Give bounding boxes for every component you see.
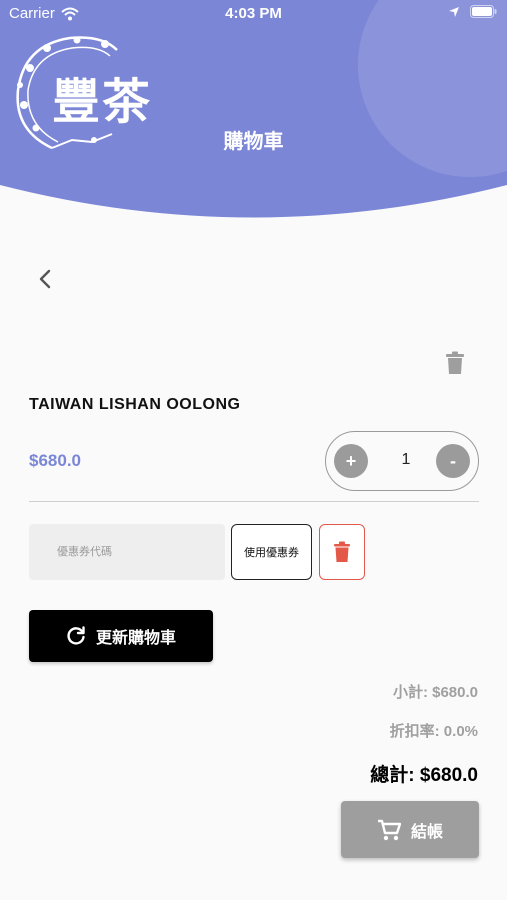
product-name: TAIWAN LISHAN OOLONG <box>29 396 241 413</box>
trash-icon <box>446 351 464 374</box>
remove-item-button[interactable] <box>440 348 470 378</box>
total-text: 總計: $680.0 <box>370 765 478 786</box>
subtotal-text: 小計: $680.0 <box>392 684 478 701</box>
header: Carrier 4:03 PM 豐茶 購物車 <box>0 0 507 225</box>
checkout-label: 結帳 <box>410 823 443 841</box>
discount-text: 折扣率: 0.0% <box>389 723 478 740</box>
trash-icon <box>334 541 350 562</box>
clear-coupon-button[interactable] <box>319 524 365 580</box>
battery-icon <box>470 5 497 18</box>
quantity-value: 1 <box>401 451 411 468</box>
checkout-button[interactable]: 結帳 <box>341 801 479 858</box>
increase-quantity-button[interactable]: + <box>334 444 368 478</box>
page-title: 購物車 <box>223 131 284 153</box>
status-time: 4:03 PM <box>225 5 282 22</box>
cart-icon <box>377 819 401 840</box>
divider <box>29 501 479 502</box>
update-cart-label: 更新購物車 <box>95 630 176 647</box>
logo-text: 豐茶 <box>52 74 153 130</box>
coupon-code-input[interactable] <box>29 524 225 580</box>
back-button[interactable] <box>30 264 60 294</box>
update-cart-button[interactable]: 更新購物車 <box>29 610 213 662</box>
apply-coupon-button[interactable]: 使用優惠券 <box>231 524 312 580</box>
decrease-quantity-button[interactable]: - <box>436 444 470 478</box>
location-arrow-icon <box>449 6 459 17</box>
refresh-icon <box>67 626 85 645</box>
product-price: $680.0 <box>29 451 81 470</box>
status-bar: Carrier 4:03 PM <box>0 0 507 28</box>
quantity-stepper: + 1 - <box>325 431 479 491</box>
chevron-left-icon <box>39 269 51 289</box>
